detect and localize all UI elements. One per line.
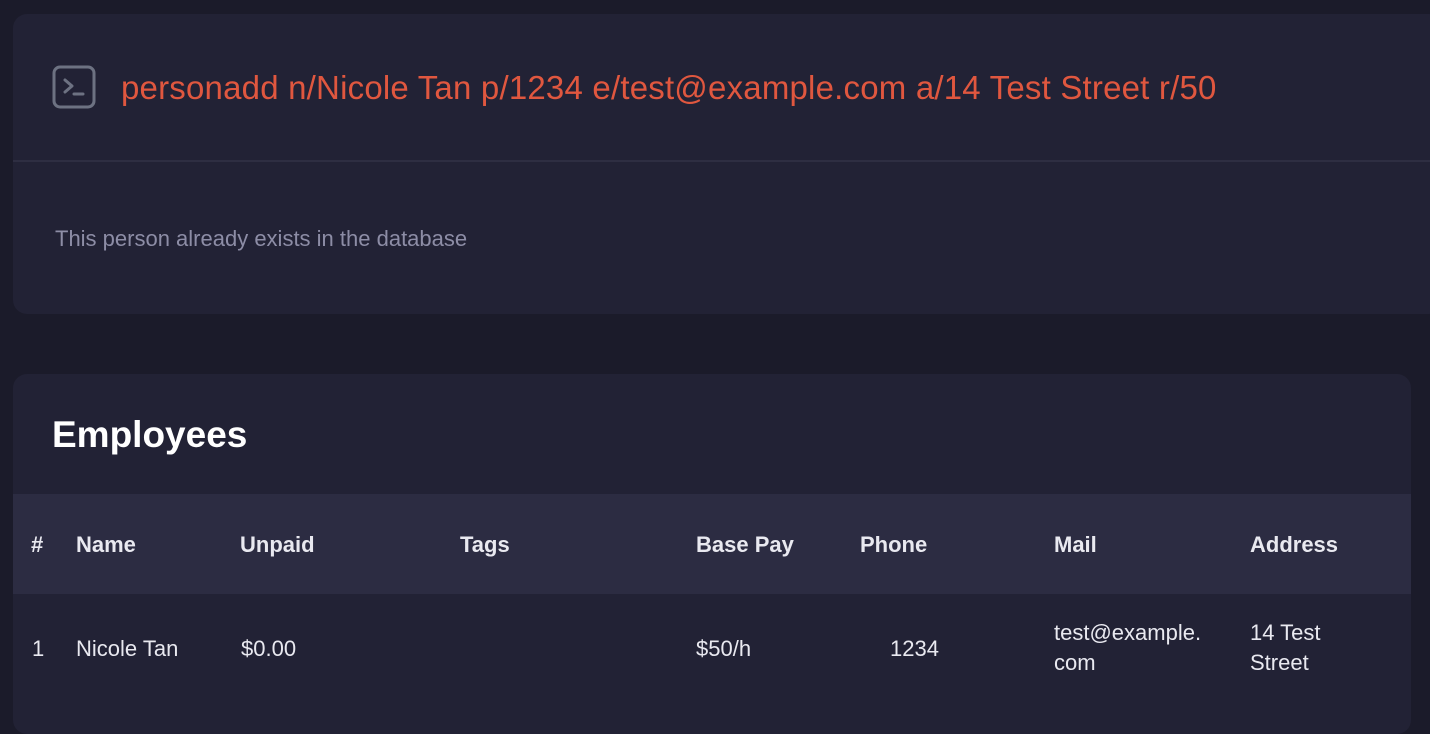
command-input[interactable] <box>121 62 1411 114</box>
cell-name: Nicole Tan <box>76 636 179 661</box>
cell-mail-line-1: test@example. <box>1054 620 1202 645</box>
cell-mail: test@example. com <box>1054 618 1201 678</box>
employees-panel: Employees # Name Unpaid Tags Base Pay Ph… <box>13 374 1411 734</box>
cell-mail-line-2: com <box>1054 650 1096 675</box>
table-row[interactable]: 1 Nicole Tan $0.00 $50/h 1234 test@examp… <box>13 594 1411 710</box>
employees-title: Employees <box>52 414 248 455</box>
command-bar <box>13 14 1430 162</box>
column-header-phone[interactable]: Phone <box>860 532 927 558</box>
column-header-name[interactable]: Name <box>76 532 136 558</box>
cell-address-line-1: 14 Test <box>1250 620 1321 645</box>
column-header-unpaid[interactable]: Unpaid <box>240 532 315 558</box>
column-header-index[interactable]: # <box>31 532 43 558</box>
cell-address-line-2: Street <box>1250 650 1309 675</box>
cell-address: 14 Test Street <box>1250 618 1321 678</box>
cell-unpaid: $0.00 <box>241 636 297 661</box>
column-header-base-pay[interactable]: Base Pay <box>696 532 794 558</box>
cell-base-pay: $50/h <box>696 636 752 661</box>
column-header-tags[interactable]: Tags <box>460 532 510 558</box>
command-panel: This person already exists in the databa… <box>13 14 1430 314</box>
table-header: # Name Unpaid Tags Base Pay Phone Mail A… <box>13 494 1411 594</box>
cell-phone: 1234 <box>890 636 939 661</box>
command-result-message: This person already exists in the databa… <box>55 226 468 251</box>
column-header-mail[interactable]: Mail <box>1054 532 1097 558</box>
column-header-address[interactable]: Address <box>1250 532 1338 558</box>
terminal-prompt-icon <box>52 65 96 109</box>
cell-index: 1 <box>32 636 45 661</box>
